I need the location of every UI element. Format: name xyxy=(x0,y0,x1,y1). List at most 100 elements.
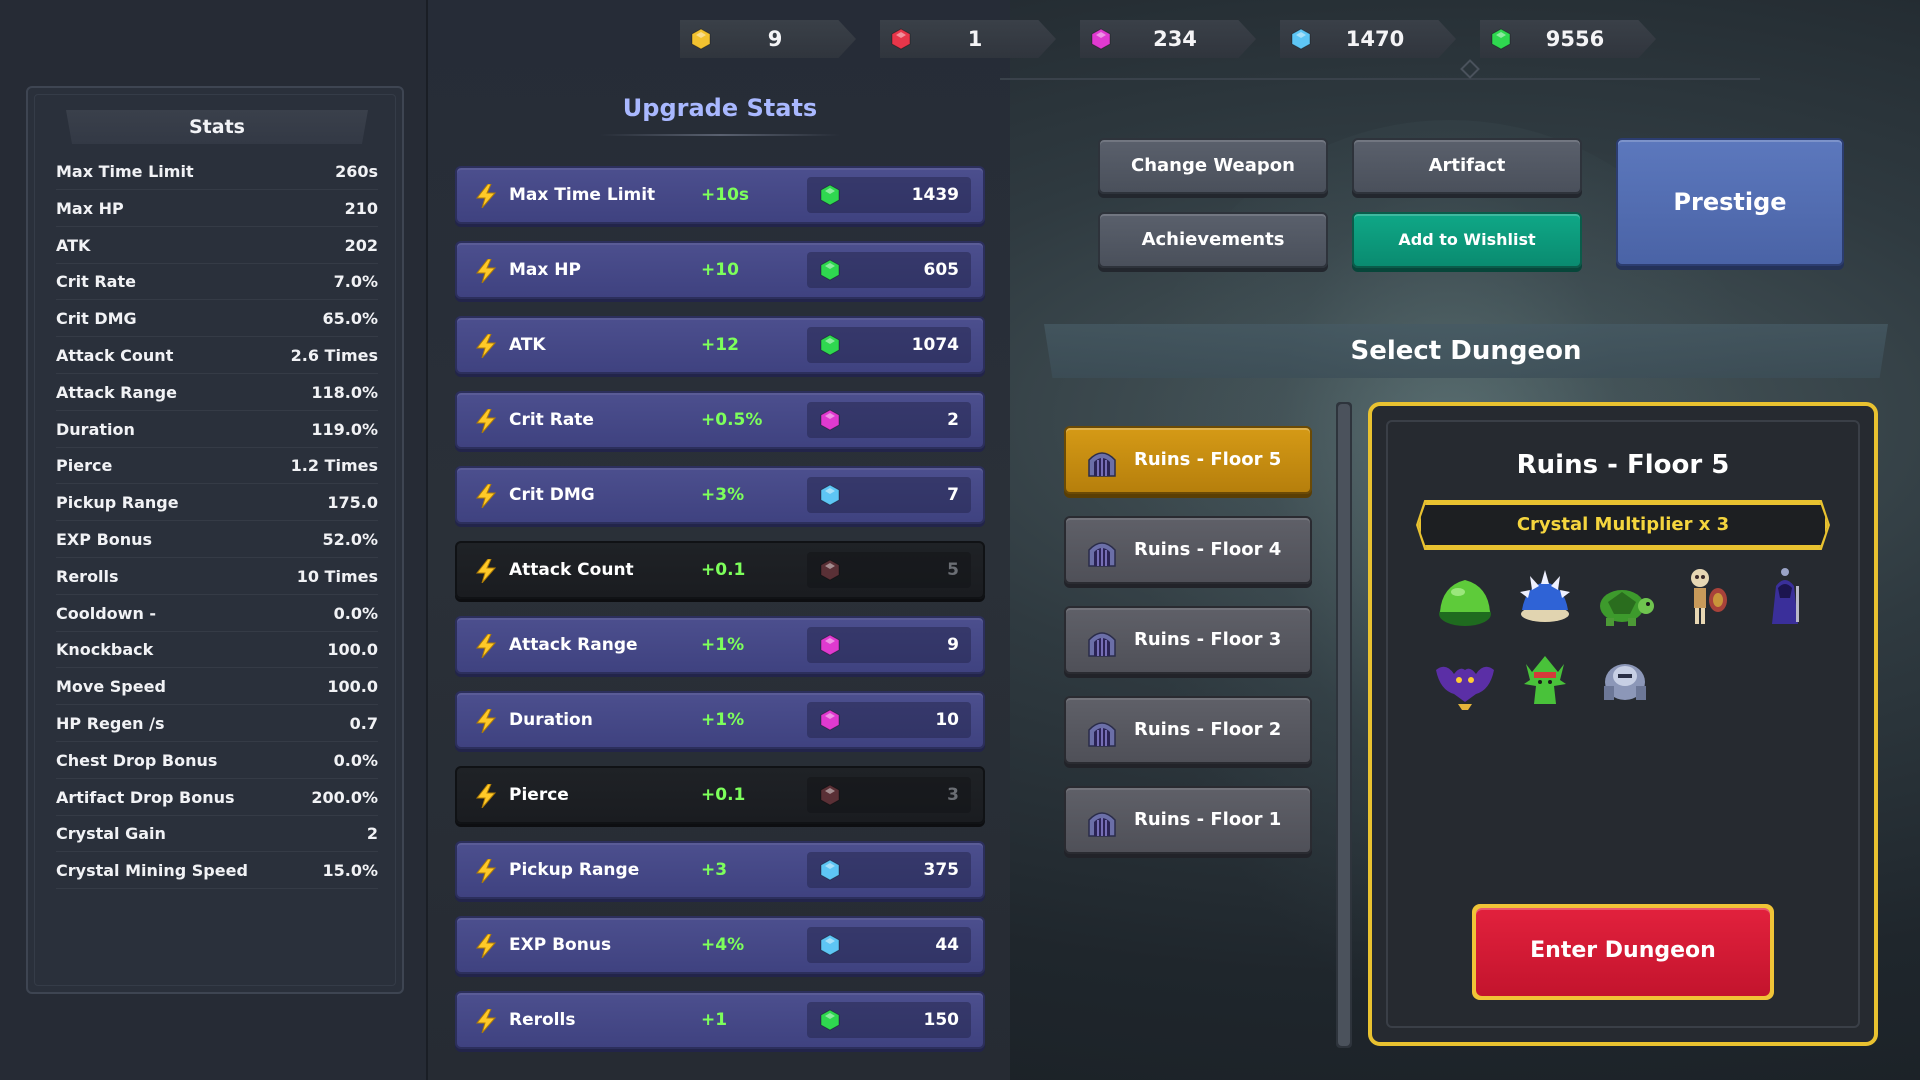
stat-row: Pierce 1.2 Times xyxy=(56,448,378,485)
stat-row: Crystal Mining Speed 15.0% xyxy=(56,853,378,890)
upgrade-cost: 10 xyxy=(935,710,959,730)
upgrade-row[interactable]: Duration +1% 10 xyxy=(455,691,985,749)
upgrade-cost-box: 3 xyxy=(807,777,971,813)
upgrade-row[interactable]: Attack Range +1% 9 xyxy=(455,616,985,674)
cyan-gem-icon xyxy=(820,859,840,881)
crystal-multiplier-banner: Crystal Multiplier x 3 xyxy=(1418,502,1828,548)
stat-name: Chest Drop Bonus xyxy=(56,750,218,770)
floor-label: Ruins - Floor 5 xyxy=(1134,449,1282,470)
armored-knight-icon xyxy=(1604,664,1646,700)
stat-value: 200.0% xyxy=(311,787,378,807)
stat-value: 119.0% xyxy=(311,419,378,439)
stat-name: Cooldown - xyxy=(56,603,157,623)
upgrade-label: EXP Bonus xyxy=(509,935,612,955)
achievements-button[interactable]: Achievements xyxy=(1098,212,1328,268)
currency-amount: 234 xyxy=(1153,27,1197,51)
stat-name: Duration xyxy=(56,419,135,439)
upgrade-label: Pickup Range xyxy=(509,860,640,880)
stat-value: 15.0% xyxy=(322,861,378,881)
stat-value: 118.0% xyxy=(311,382,378,402)
upgrade-row[interactable]: Crit Rate +0.5% 2 xyxy=(455,391,985,449)
purple-hooded-mage-icon xyxy=(1772,568,1799,624)
currency-counter: 1470 xyxy=(1280,20,1456,58)
cyan-gem-icon xyxy=(820,484,840,506)
stat-name: ATK xyxy=(56,235,91,255)
stat-row: HP Regen /s 0.7 xyxy=(56,706,378,742)
stat-value: 210 xyxy=(344,198,378,218)
stat-row: Crit Rate 7.0% xyxy=(56,264,378,301)
lightning-bolt-icon xyxy=(475,708,497,734)
stat-value: 0.0% xyxy=(333,750,378,770)
upgrade-row[interactable]: Rerolls +1 150 xyxy=(455,991,985,1049)
lightning-bolt-icon xyxy=(475,258,497,284)
enter-dungeon-button[interactable]: Enter Dungeon xyxy=(1472,904,1774,1000)
stat-value: 2 xyxy=(366,824,378,844)
floor-button[interactable]: Ruins - Floor 1 xyxy=(1064,786,1312,854)
upgrade-row[interactable]: Crit DMG +3% 7 xyxy=(455,466,985,524)
lightning-bolt-icon xyxy=(475,633,497,659)
dungeon-gate-icon xyxy=(1088,632,1116,657)
lightning-bolt-icon xyxy=(475,333,497,359)
stat-value: 0.7 xyxy=(349,714,378,733)
red-gem-icon xyxy=(891,28,911,50)
stat-row: Crit DMG 65.0% xyxy=(56,301,378,338)
floor-button[interactable]: Ruins - Floor 3 xyxy=(1064,606,1312,674)
add-to-wishlist-button[interactable]: Add to Wishlist xyxy=(1352,212,1582,268)
upgrade-row[interactable]: Max Time Limit +10s 1439 xyxy=(455,166,985,224)
upgrade-bonus: +0.5% xyxy=(701,410,763,430)
upgrade-label: Crit Rate xyxy=(509,410,594,430)
green-slime-icon xyxy=(1439,580,1491,626)
stat-row: Max HP 210 xyxy=(56,191,378,227)
prestige-button[interactable]: Prestige xyxy=(1616,138,1844,266)
floor-button[interactable]: Ruins - Floor 4 xyxy=(1064,516,1312,584)
cyan-gem-icon xyxy=(1291,28,1311,50)
green-gem-icon xyxy=(820,1009,840,1031)
upgrade-cost: 7 xyxy=(947,485,959,505)
green-turtle-icon xyxy=(1600,590,1654,626)
stats-frame: Stats Max Time Limit 260s Max HP 210 ATK 202 C… xyxy=(26,86,404,994)
upgrade-title-underline xyxy=(600,134,840,136)
dungeon-detail-title: Ruins - Floor 5 xyxy=(1516,450,1730,480)
skeleton-warrior-icon xyxy=(1691,569,1727,624)
stat-value: 202 xyxy=(344,235,378,255)
floor-button[interactable]: Ruins - Floor 2 xyxy=(1064,696,1312,764)
currency-counter: 9556 xyxy=(1480,20,1656,58)
floor-label: Ruins - Floor 4 xyxy=(1134,539,1282,560)
floor-button[interactable]: Ruins - Floor 5 xyxy=(1064,426,1312,494)
upgrade-row[interactable]: ATK +12 1074 xyxy=(455,316,985,374)
upgrade-label: ATK xyxy=(509,335,546,355)
currency-counter: 9 xyxy=(680,20,856,58)
stat-value: 7.0% xyxy=(333,272,378,292)
magenta-gem-icon xyxy=(820,409,840,431)
upgrade-bonus: +12 xyxy=(701,335,739,355)
change-weapon-button[interactable]: Change Weapon xyxy=(1098,138,1328,194)
upgrade-bonus: +1% xyxy=(701,635,745,655)
stat-row: Pickup Range 175.0 xyxy=(56,485,378,522)
upgrade-row[interactable]: Pierce +0.1 3 xyxy=(455,766,985,824)
upgrade-bonus: +3 xyxy=(701,860,728,880)
stat-value: 2.6 Times xyxy=(290,346,378,365)
currency-amount: 9556 xyxy=(1545,27,1605,51)
dungeon-detail-card: Ruins - Floor 5 Crystal Multiplier x 3 E… xyxy=(1368,402,1878,1046)
stat-name: HP Regen /s xyxy=(56,714,165,733)
stat-name: Crit DMG xyxy=(56,309,137,329)
green-gem-icon xyxy=(820,259,840,281)
upgrade-cost: 1074 xyxy=(911,335,959,355)
purple-bat-icon xyxy=(1436,666,1494,710)
upgrade-row[interactable]: Pickup Range +3 375 xyxy=(455,841,985,899)
upgrade-row[interactable]: EXP Bonus +4% 44 xyxy=(455,916,985,974)
stat-name: Attack Range xyxy=(56,382,177,402)
scrollbar-thumb[interactable] xyxy=(1338,404,1350,1046)
stat-name: Crystal Mining Speed xyxy=(56,861,248,881)
floor-label: Ruins - Floor 3 xyxy=(1134,629,1282,650)
stat-name: Knockback xyxy=(56,640,154,660)
artifact-button[interactable]: Artifact xyxy=(1352,138,1582,194)
yellow-gem-icon xyxy=(691,28,711,50)
upgrade-row[interactable]: Max HP +10 605 xyxy=(455,241,985,299)
lightning-bolt-icon xyxy=(475,933,497,959)
upgrade-cost: 3 xyxy=(947,785,959,805)
upgrade-cost-box: 375 xyxy=(807,852,971,888)
upgrade-cost: 2 xyxy=(947,410,959,430)
upgrade-row[interactable]: Attack Count +0.1 5 xyxy=(455,541,985,599)
stats-panel: Stats Max Time Limit 260s Max HP 210 ATK 202 C… xyxy=(0,0,428,1080)
